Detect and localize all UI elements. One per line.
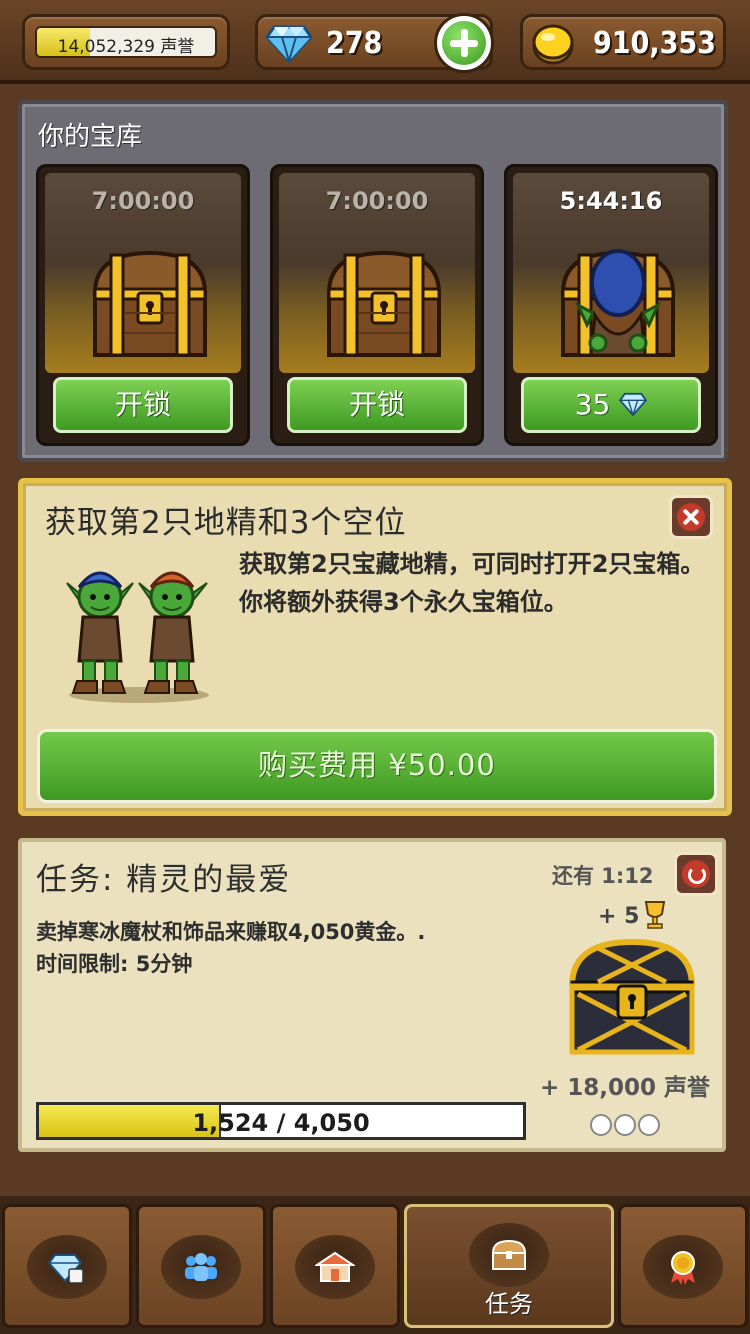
medal-icon bbox=[671, 1251, 695, 1285]
top-bar: 14,052,329 声誉 278 910,353 bbox=[0, 0, 750, 84]
quest-stage-indicator bbox=[590, 1112, 670, 1138]
tab-achievements[interactable] bbox=[618, 1204, 748, 1328]
add-gems-button[interactable] bbox=[434, 13, 494, 73]
plus-icon bbox=[442, 21, 486, 65]
offer-description: 获取第2只宝藏地精，可同时打开2只宝箱。你将额外获得3个永久宝箱位。 bbox=[239, 550, 705, 616]
stage-dot bbox=[614, 1114, 636, 1136]
gem-shop-icon bbox=[47, 1254, 84, 1284]
gems-value: 278 bbox=[326, 26, 383, 61]
diamond-icon bbox=[266, 25, 312, 63]
tab-shop[interactable] bbox=[270, 1204, 400, 1328]
chest-icon bbox=[491, 1239, 527, 1270]
quest-description-line: 卖掉寒冰魔杖和饰品来赚取4,050黄金。. bbox=[36, 920, 426, 944]
quest-time-limit: 时间限制: 5分钟 bbox=[36, 952, 193, 976]
vault-panel: 你的宝库 7:00:00 开锁 7:00:00 开锁 5:44:16 35 bbox=[18, 100, 728, 462]
reward-chest-icon bbox=[569, 938, 695, 1055]
shop-icon bbox=[315, 1251, 355, 1282]
close-button[interactable] bbox=[669, 495, 713, 539]
vault-slot[interactable]: 7:00:00 开锁 bbox=[270, 164, 484, 446]
goblin-offer-panel: 获取第2只地精和3个空位 获取第2只宝藏地精，可同时打开2只宝箱。你将额外获得3… bbox=[18, 478, 732, 816]
treasure-chest-icon bbox=[92, 250, 208, 357]
refresh-icon bbox=[682, 860, 710, 888]
vault-slot-background: 7:00:00 bbox=[279, 173, 475, 373]
refresh-quest-button[interactable] bbox=[674, 852, 718, 896]
tab-gem-shop[interactable] bbox=[2, 1204, 132, 1328]
reputation-display[interactable]: 14,052,329 声誉 bbox=[22, 14, 230, 70]
reputation-value: 14,052,329 声誉 bbox=[57, 37, 195, 57]
vault-slot-background: 7:00:00 bbox=[45, 173, 241, 373]
trophy-icon bbox=[644, 901, 666, 929]
vault-slot-background: 5:44:16 bbox=[513, 173, 709, 373]
treasure-chest-icon bbox=[326, 250, 442, 357]
stage-dot bbox=[590, 1114, 612, 1136]
slot-timer: 7:00:00 bbox=[325, 187, 429, 215]
slot-timer: 5:44:16 bbox=[559, 187, 663, 215]
quest-panel: 任务: 精灵的最爱 还有 1:12 卖掉寒冰魔杖和饰品来赚取4,050黄金。. … bbox=[18, 838, 726, 1152]
reward-reputation: + 18,000 声誉 bbox=[540, 1075, 711, 1101]
vault-title: 你的宝库 bbox=[38, 122, 143, 152]
quest-time-left: 还有 1:12 bbox=[552, 864, 654, 888]
gold-display[interactable]: 910,353 bbox=[520, 14, 726, 70]
goblin-opening-chest-icon bbox=[560, 249, 676, 357]
buy-button[interactable]: 购买费用 ¥50.00 bbox=[37, 729, 717, 803]
two-goblins-image bbox=[66, 571, 209, 703]
unlock-button[interactable]: 开锁 bbox=[287, 377, 467, 433]
tab-quests-label: 任务 bbox=[485, 1290, 533, 1318]
vault-slot[interactable]: 7:00:00 开锁 bbox=[36, 164, 250, 446]
reward-trophy-count: + 5 bbox=[598, 904, 640, 929]
stage-dot bbox=[638, 1114, 660, 1136]
tab-quests[interactable]: 任务 bbox=[404, 1204, 614, 1328]
unlock-button[interactable]: 开锁 bbox=[53, 377, 233, 433]
vault-slot[interactable]: 5:44:16 35 bbox=[504, 164, 718, 446]
offer-title: 获取第2只地精和3个空位 bbox=[45, 505, 407, 541]
quest-progress-bar: 1,524 / 4,050 bbox=[36, 1102, 526, 1140]
quest-progress-text: 1,524 / 4,050 bbox=[192, 1109, 370, 1137]
quest-title: 任务: 精灵的最爱 bbox=[36, 862, 292, 898]
tab-employees[interactable] bbox=[136, 1204, 266, 1328]
close-icon bbox=[677, 503, 705, 531]
people-icon bbox=[185, 1253, 217, 1281]
diamond-icon bbox=[619, 392, 648, 418]
gems-display[interactable]: 278 bbox=[255, 13, 494, 73]
reputation-bar: 14,052,329 声誉 bbox=[35, 26, 217, 58]
slot-timer: 7:00:00 bbox=[91, 187, 195, 215]
gold-value: 910,353 bbox=[593, 26, 716, 61]
bottom-navigation: 任务 bbox=[0, 1196, 750, 1334]
gold-coin-icon bbox=[532, 24, 574, 65]
quest-description: 卖掉寒冰魔杖和饰品来赚取4,050黄金。. 时间限制: 5分钟 bbox=[36, 916, 536, 980]
speed-up-gems-button[interactable]: 35 bbox=[521, 377, 701, 433]
speed-up-cost: 35 bbox=[574, 388, 611, 421]
